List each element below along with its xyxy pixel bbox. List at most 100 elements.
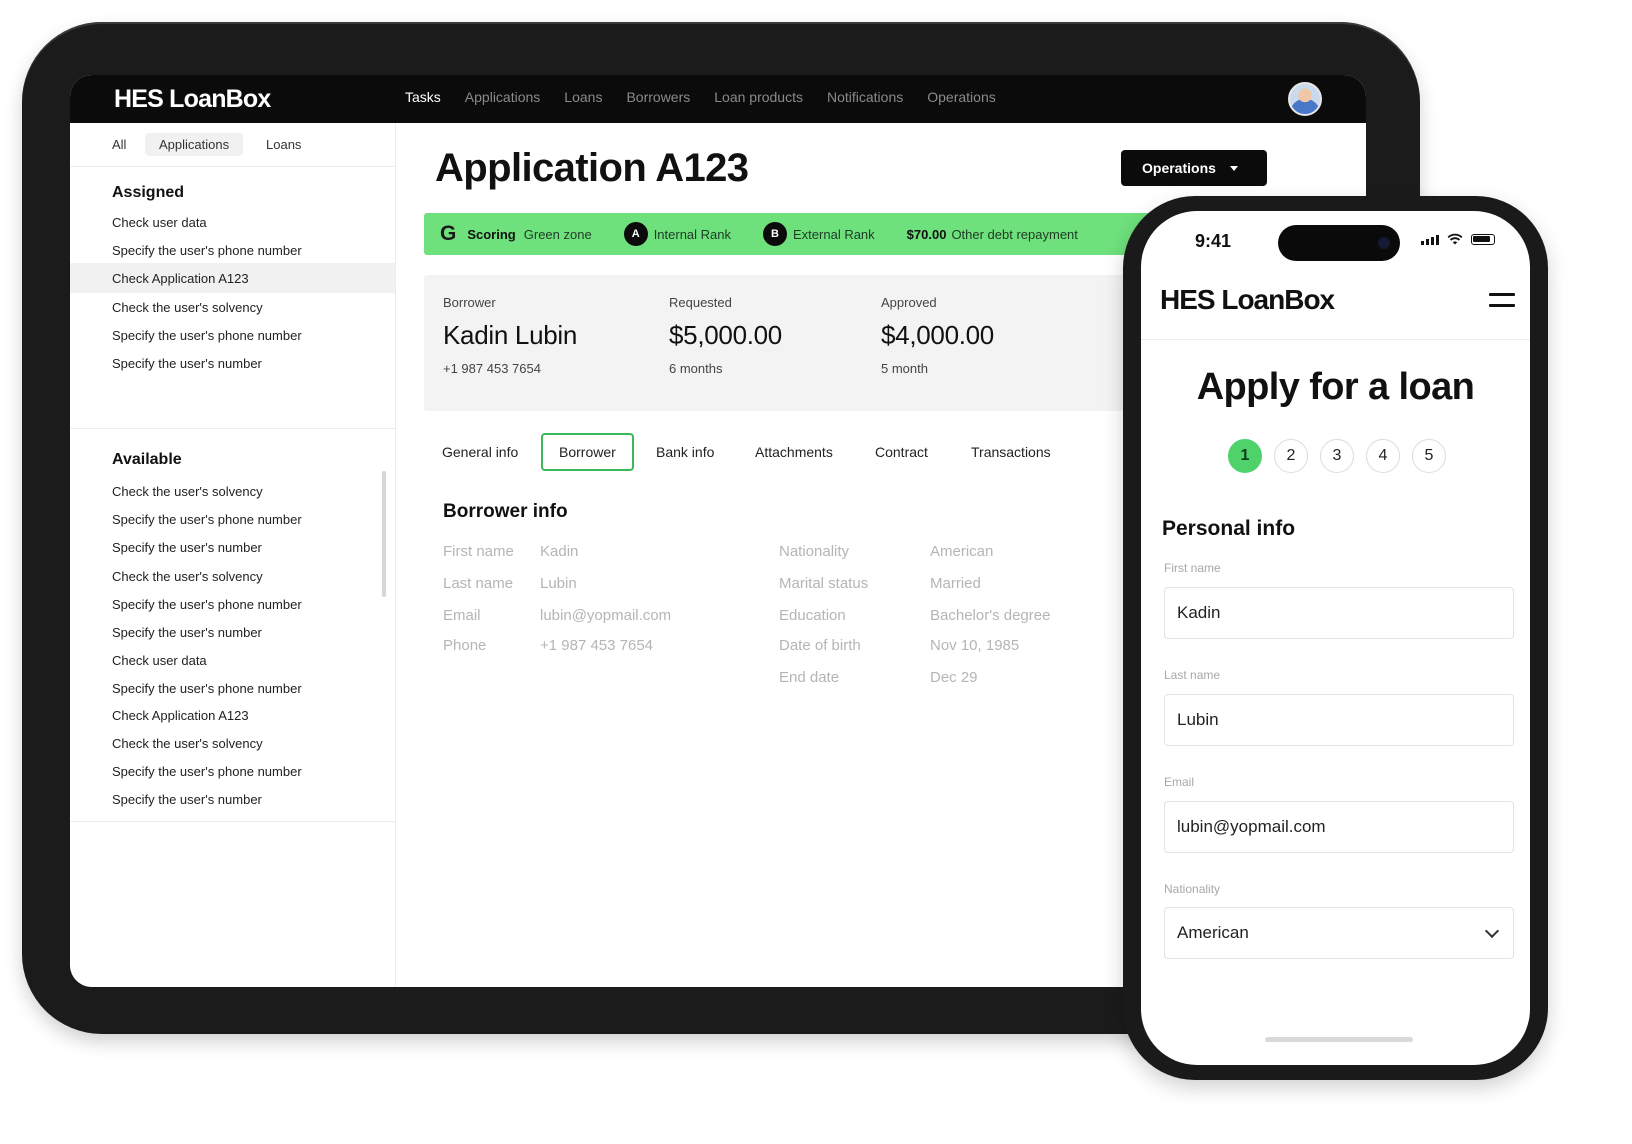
borrower-name: Kadin Lubin — [443, 320, 578, 350]
approved-label: Approved — [881, 295, 937, 310]
first-name-field[interactable]: Kadin — [1164, 587, 1514, 639]
info-value-last-name: Lubin — [540, 575, 577, 592]
sidebar-scrollbar[interactable] — [382, 471, 386, 597]
email-label: Email — [1164, 775, 1195, 789]
battery-icon — [1471, 234, 1495, 245]
tab-attachments[interactable]: Attachments — [755, 433, 833, 471]
available-task[interactable]: Specify the user's phone number — [112, 764, 302, 779]
approved-amount: $4,000.00 — [881, 320, 994, 350]
info-value-date-of-birth: Nov 10, 1985 — [930, 637, 1020, 654]
menu-icon[interactable] — [1489, 293, 1515, 309]
info-label-education: Education — [779, 607, 846, 624]
info-label-end-date: End date — [779, 669, 840, 686]
available-task[interactable]: Specify the user's phone number — [112, 597, 302, 612]
nav-tasks[interactable]: Tasks — [405, 89, 441, 105]
step-3[interactable]: 3 — [1320, 439, 1354, 473]
borrower-info-heading: Borrower info — [443, 501, 568, 522]
status-icons — [1421, 233, 1495, 245]
top-navigation-bar: HES LoanBox Tasks Applications Loans Bor… — [70, 75, 1366, 123]
phone-device: 9:41 HES LoanBox Apply for a loan 1 2 3 … — [1123, 196, 1548, 1080]
tab-transactions[interactable]: Transactions — [971, 433, 1051, 471]
step-1[interactable]: 1 — [1228, 439, 1262, 473]
tab-borrower[interactable]: Borrower — [541, 433, 634, 471]
nationality-value: American — [1177, 923, 1249, 942]
assigned-task-selected[interactable]: Check Application A123 — [112, 271, 249, 286]
assigned-task[interactable]: Check user data — [112, 215, 207, 230]
nationality-select[interactable]: American — [1164, 907, 1514, 959]
nationality-label: Nationality — [1164, 882, 1221, 896]
assigned-task[interactable]: Specify the user's phone number — [112, 243, 302, 258]
sidebar-tab-applications[interactable]: Applications — [145, 133, 244, 156]
debt-label: Other debt repayment — [951, 226, 1078, 242]
available-task[interactable]: Check user data — [112, 653, 207, 668]
available-task[interactable]: Specify the user's phone number — [112, 681, 302, 696]
external-rank-badge: B — [763, 222, 788, 246]
info-label-marital-status: Marital status — [779, 575, 869, 592]
info-label-email: Email — [443, 607, 481, 624]
step-5[interactable]: 5 — [1412, 439, 1446, 473]
page-title: Application A123 — [435, 146, 749, 190]
nav-applications[interactable]: Applications — [465, 89, 541, 105]
info-value-first-name: Kadin — [540, 543, 579, 560]
phone-screen: 9:41 HES LoanBox Apply for a loan 1 2 3 … — [1141, 211, 1530, 1065]
info-value-education: Bachelor's degree — [930, 607, 1051, 624]
tab-contract[interactable]: Contract — [875, 433, 928, 471]
assigned-heading: Assigned — [112, 184, 185, 201]
available-task[interactable]: Check the user's solvency — [112, 736, 263, 751]
email-field[interactable]: lubin@yopmail.com — [1164, 801, 1514, 853]
nav-loans[interactable]: Loans — [564, 89, 602, 105]
signal-icon — [1421, 235, 1439, 245]
available-task[interactable]: Specify the user's number — [112, 540, 262, 555]
available-task[interactable]: Specify the user's phone number — [112, 512, 302, 527]
tab-bank-info[interactable]: Bank info — [656, 433, 714, 471]
task-sidebar: All Applications Loans Assigned Check us… — [70, 123, 396, 987]
info-label-last-name: Last name — [443, 575, 514, 592]
step-indicator: 1 2 3 4 5 — [1228, 439, 1446, 473]
step-4[interactable]: 4 — [1366, 439, 1400, 473]
available-task[interactable]: Check the user's solvency — [112, 569, 263, 584]
operations-button[interactable]: Operations — [1121, 150, 1267, 186]
nav-notifications[interactable]: Notifications — [827, 89, 903, 105]
apply-title: Apply for a loan — [1196, 366, 1475, 408]
info-value-phone: +1 987 453 7654 — [540, 637, 654, 654]
user-avatar[interactable] — [1288, 82, 1322, 116]
requested-label: Requested — [669, 295, 732, 310]
sidebar-filter-tabs: All Applications Loans — [70, 123, 395, 167]
available-task[interactable]: Check the user's solvency — [112, 484, 263, 499]
main-nav: Tasks Applications Loans Borrowers Loan … — [405, 89, 1020, 105]
status-time: 9:41 — [1195, 231, 1232, 251]
tab-general-info[interactable]: General info — [442, 433, 518, 471]
first-name-label: First name — [1164, 561, 1221, 575]
phone-brand-logo: HES LoanBox — [1160, 284, 1335, 315]
personal-info-heading: Personal info — [1162, 517, 1296, 540]
requested-summary: Requested $5,000.00 6 months — [669, 295, 782, 376]
last-name-label: Last name — [1164, 668, 1221, 682]
step-2[interactable]: 2 — [1274, 439, 1308, 473]
nav-loan-products[interactable]: Loan products — [714, 89, 803, 105]
google-g-icon: G — [440, 222, 457, 245]
approved-term: 5 month — [881, 361, 928, 376]
available-task[interactable]: Specify the user's number — [112, 625, 262, 640]
assigned-task[interactable]: Specify the user's phone number — [112, 328, 302, 343]
borrower-label: Borrower — [443, 295, 496, 310]
sidebar-divider — [70, 821, 395, 822]
home-indicator[interactable] — [1265, 1037, 1413, 1042]
wifi-icon — [1447, 233, 1463, 245]
last-name-field[interactable]: Lubin — [1164, 694, 1514, 746]
scoring-label: Scoring — [467, 226, 516, 242]
internal-rank-badge: A — [623, 222, 648, 246]
requested-term: 6 months — [669, 361, 723, 376]
nav-borrowers[interactable]: Borrowers — [626, 89, 690, 105]
available-task[interactable]: Check Application A123 — [112, 708, 249, 723]
info-label-first-name: First name — [443, 543, 514, 560]
assigned-task[interactable]: Specify the user's number — [112, 356, 262, 371]
dynamic-island — [1278, 225, 1400, 261]
sidebar-tab-all[interactable]: All — [98, 133, 140, 156]
nav-operations[interactable]: Operations — [927, 89, 995, 105]
info-label-phone: Phone — [443, 637, 487, 654]
debt-amount: $70.00 — [906, 226, 947, 242]
available-task[interactable]: Specify the user's number — [112, 792, 262, 807]
sidebar-tab-loans[interactable]: Loans — [252, 133, 315, 156]
assigned-task[interactable]: Check the user's solvency — [112, 300, 263, 315]
operations-button-label: Operations — [1142, 160, 1216, 176]
